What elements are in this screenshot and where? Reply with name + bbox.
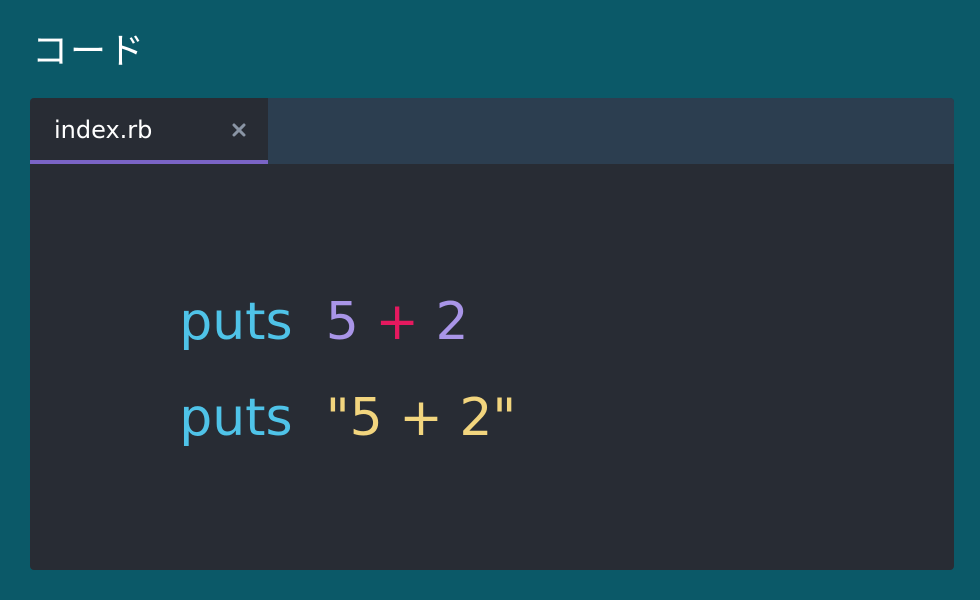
code-token: puts: [179, 388, 293, 448]
close-icon[interactable]: [228, 119, 250, 141]
tab-index-rb[interactable]: index.rb: [30, 98, 268, 164]
code-line-2: puts "5 + 2": [80, 298, 516, 448]
tab-bar: index.rb: [30, 98, 954, 164]
code-editor: index.rb puts 5 + 2 puts "5 + 2": [30, 98, 954, 570]
page-title: コード: [32, 31, 147, 72]
tab-label: index.rb: [54, 116, 153, 144]
code-token: "5 + 2": [325, 388, 517, 448]
code-line-1: puts 5 + 2: [80, 202, 468, 352]
